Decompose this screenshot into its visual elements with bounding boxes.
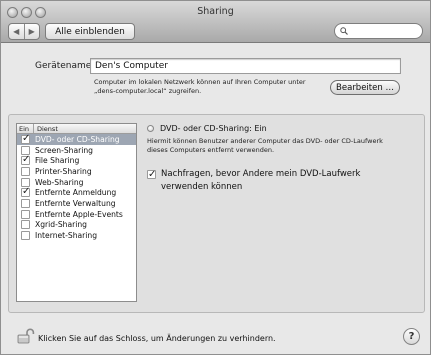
search-icon [340,27,348,35]
network-info-line: „dens-computer.local“ zugreifen. [94,87,202,95]
service-row[interactable]: File Sharing [17,154,136,166]
service-label: Entfernte Verwaltung [35,198,116,208]
services-table-header: Ein Dienst [17,124,136,134]
description-line: Hiermit können Benutzer anderer Computer… [147,137,383,145]
service-label: Screen-Sharing [35,145,93,155]
help-button[interactable]: ? [403,328,420,345]
service-status-text: DVD- oder CD-Sharing: Ein [160,124,267,133]
column-header-on[interactable]: Ein [17,124,34,133]
show-all-button[interactable]: Alle einblenden [45,23,135,40]
forward-arrow-icon: ▶ [28,27,35,36]
service-row[interactable]: Entfernte Apple-Events [17,209,136,220]
service-row[interactable]: Printer-Sharing [17,166,136,177]
service-checkbox[interactable] [21,177,30,187]
service-checkbox[interactable] [21,198,30,208]
sharing-window: Sharing ◀ ▶ Alle einblenden Gerätename: … [0,0,431,355]
service-label: Entfernte Apple-Events [35,209,123,219]
service-label: Internet-Sharing [35,231,98,241]
network-info-line: Computer im lokalen Netzwerk können auf … [94,78,306,86]
service-checkbox[interactable] [21,166,30,176]
computer-name-field[interactable]: Den's Computer [90,58,401,74]
service-checkbox[interactable] [21,209,30,219]
service-checkbox[interactable] [21,231,30,241]
service-row[interactable]: Entfernte Verwaltung [17,198,136,209]
column-header-service[interactable]: Dienst [34,124,136,133]
service-row[interactable]: DVD- oder CD-Sharing [17,133,136,145]
service-label: Entfernte Anmeldung [35,188,117,198]
ask-before-use-option[interactable]: Nachfragen, bevor Andere mein DVD-Laufwe… [147,168,360,194]
computer-name-label: Gerätename: [35,61,95,71]
service-label: Printer-Sharing [35,166,92,176]
service-status: DVD- oder CD-Sharing: Ein [147,124,267,133]
services-table: Ein Dienst DVD- oder CD-SharingScreen-Sh… [16,123,137,302]
search-field[interactable] [334,23,423,39]
lock-icon[interactable] [16,328,36,344]
service-checkbox[interactable] [21,133,30,144]
service-label: Web-Sharing [35,177,84,187]
back-arrow-icon: ◀ [13,27,20,36]
description-line: dieses Computers entfernt verwenden. [147,146,275,154]
service-label: Xgrid-Sharing [35,220,87,230]
status-indicator-icon [147,125,154,132]
service-row[interactable]: Screen-Sharing [17,145,136,156]
nav-buttons: ◀ ▶ [8,23,40,40]
window-title: Sharing [197,6,234,17]
search-input[interactable] [351,25,421,37]
ask-before-use-label: Nachfragen, bevor Andere mein DVD-Laufwe… [161,168,360,194]
service-row[interactable]: Xgrid-Sharing [17,220,136,231]
ask-label-line: Nachfragen, bevor Andere mein DVD-Laufwe… [161,169,361,179]
forward-button[interactable]: ▶ [23,24,40,39]
service-description: Hiermit können Benutzer anderer Computer… [147,137,422,155]
service-checkbox[interactable] [21,220,30,230]
help-icon: ? [408,331,415,342]
service-checkbox[interactable] [21,186,30,198]
ask-label-line: verwenden können [161,182,243,192]
ask-before-use-checkbox[interactable] [147,168,156,181]
service-checkbox[interactable] [21,145,30,155]
service-label: File Sharing [35,156,80,166]
service-row[interactable]: Entfernte Anmeldung [17,186,136,198]
toolbar: Sharing ◀ ▶ Alle einblenden [1,1,430,43]
network-address-info: Computer im lokalen Netzwerk können auf … [94,78,329,96]
services-list: DVD- oder CD-SharingScreen-SharingFile S… [17,133,136,241]
back-button[interactable]: ◀ [9,24,24,39]
service-row[interactable]: Internet-Sharing [17,230,136,241]
edit-button[interactable]: Bearbeiten … [330,80,400,95]
service-checkbox[interactable] [21,154,30,166]
lock-message: Klicken Sie auf das Schloss, um Änderung… [38,334,276,343]
service-row[interactable]: Web-Sharing [17,177,136,188]
service-label: DVD- oder CD-Sharing [35,134,120,144]
